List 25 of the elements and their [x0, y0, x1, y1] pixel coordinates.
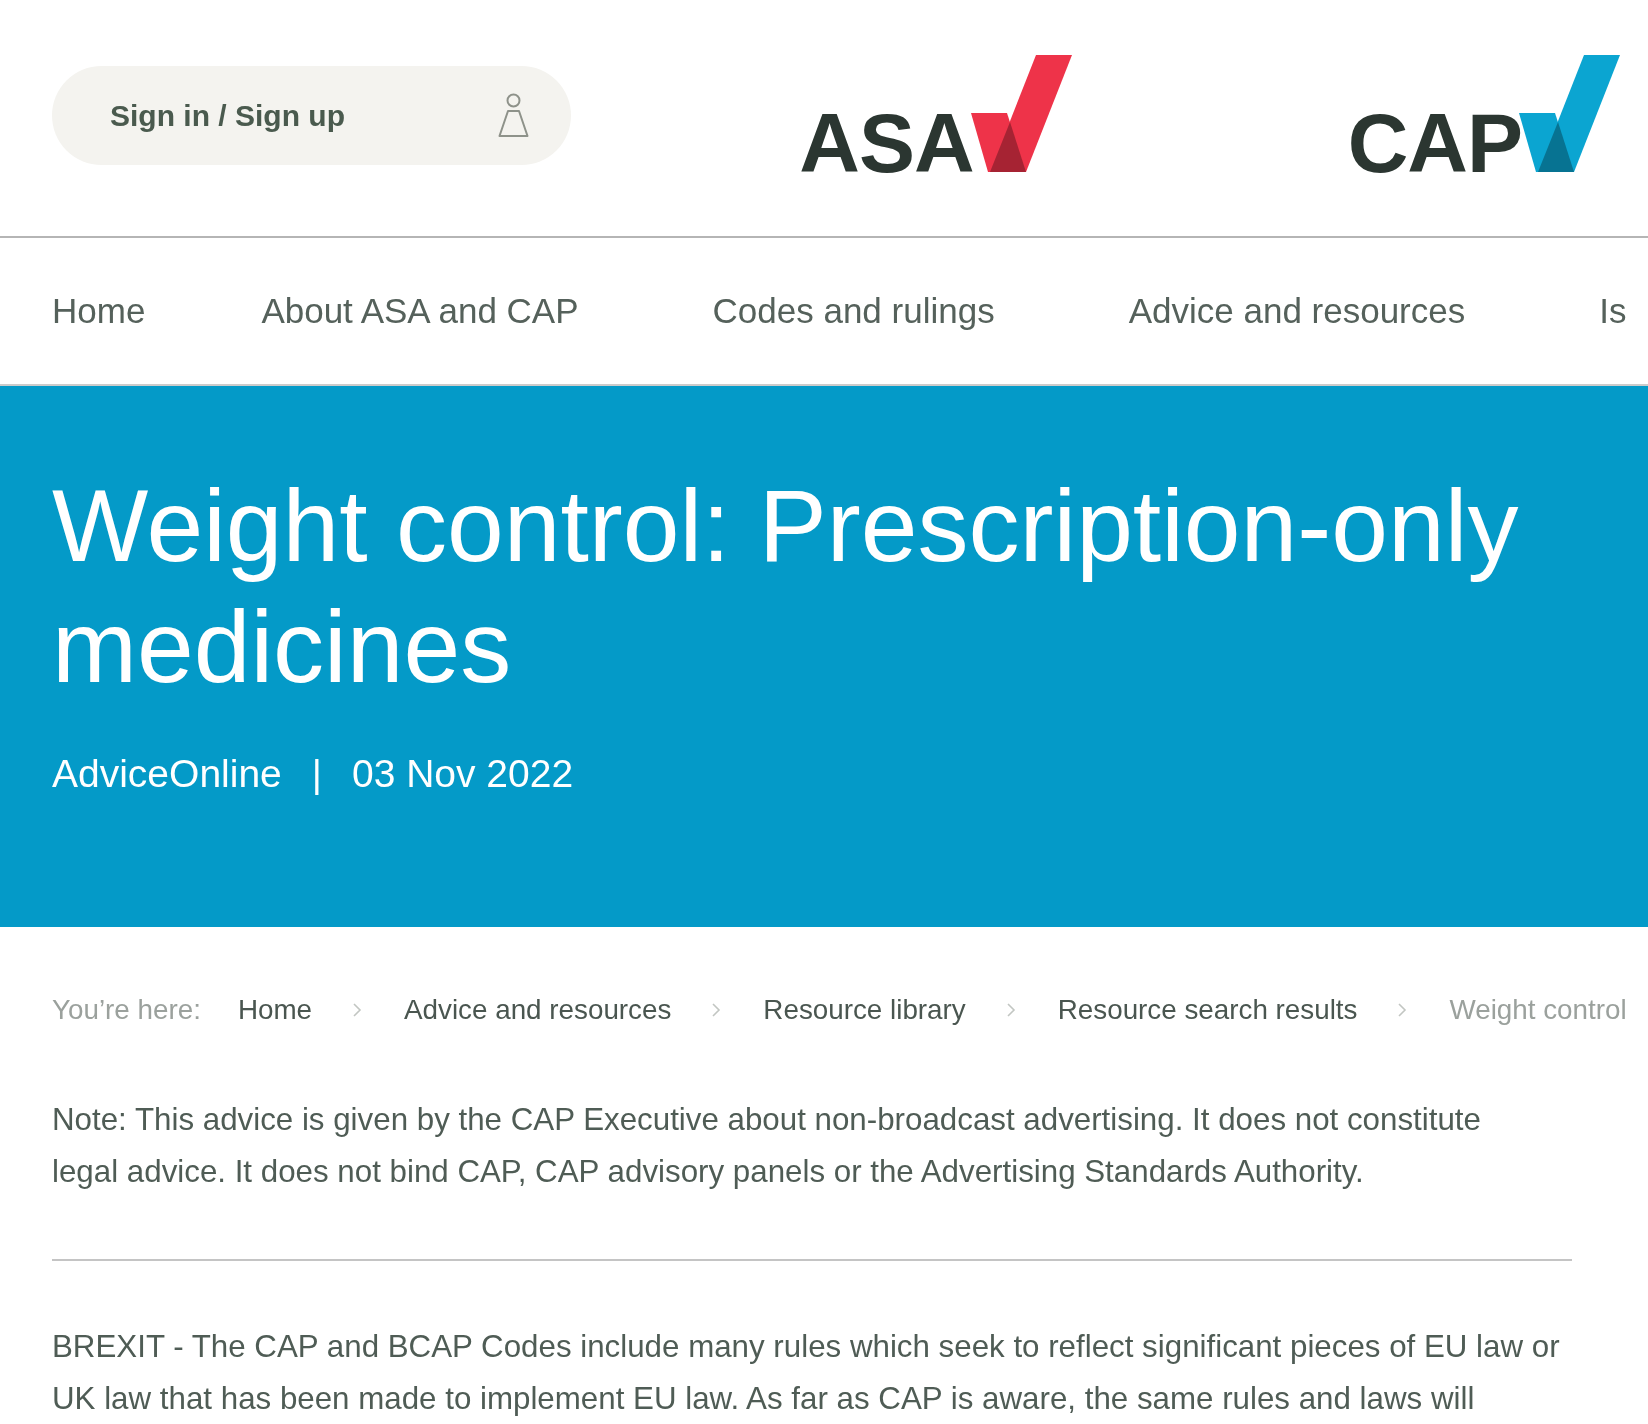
chevron-icon [711, 1002, 722, 1018]
category-label: AdviceOnline [52, 751, 282, 797]
note-text: Note: This advice is given by the CAP Executive about non-broadcast advertising. It does not constitute legal advice. It does not bind CAP, CAP advisory panels or the Advertising Standards Authority. [52, 1101, 1482, 1191]
breadcrumb-current: Weight control [1449, 993, 1627, 1027]
logo-link[interactable]: CAP [1347, 55, 1620, 185]
breadcrumb-link[interactable]: Home [237, 987, 313, 1033]
chevron-icon [1005, 1002, 1016, 1018]
chevron-icon [1397, 1002, 1408, 1018]
sign-in-button[interactable]: Sign in / Sign up [52, 66, 571, 165]
separator: | [311, 751, 322, 797]
breadcrumb-link[interactable]: Resource search results [1057, 987, 1358, 1033]
nav-link[interactable]: Home [52, 291, 146, 331]
breadcrumb-link[interactable]: Resource library [763, 987, 966, 1033]
breadcrumb-label: You’re here: [52, 993, 201, 1027]
person-icon [498, 93, 529, 138]
date-text: 03 Nov 2022 [351, 751, 574, 797]
chevron-icon [352, 1002, 363, 1018]
nav-link[interactable]: About ASA and CAP [261, 291, 579, 331]
body-text: BREXIT - The CAP and BCAP Codes include many rules which seek to reflect significant pieces of EU law or UK law that has been made to implement EU law. As far as CAP is aware, the same rules and laws will [52, 1328, 1561, 1418]
nav-link[interactable]: Codes and rulings [712, 291, 995, 331]
breadcrumb-link[interactable]: Advice and resources [404, 987, 672, 1033]
nav-link[interactable]: Is [1599, 291, 1627, 331]
nav-link[interactable]: Advice and resources [1128, 291, 1466, 331]
logo-link[interactable]: ASA [799, 55, 1072, 185]
page-title: Weight control: Prescription-only medicines [52, 468, 1520, 706]
